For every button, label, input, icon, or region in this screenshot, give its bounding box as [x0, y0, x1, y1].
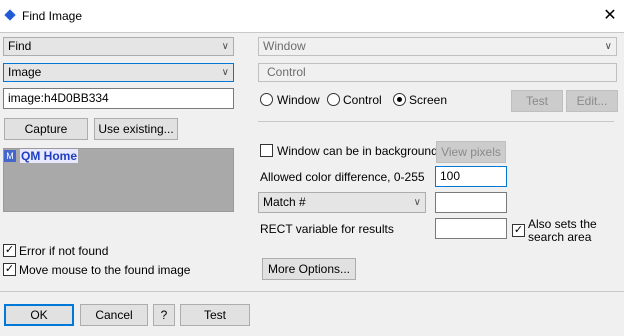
close-icon[interactable]: ✕ [600, 6, 620, 26]
capture-button[interactable]: Capture [4, 118, 88, 140]
checkbox-box [260, 144, 273, 157]
checkbox-box: ✓ [3, 244, 16, 257]
find-action-value: Find [8, 39, 32, 53]
use-existing-button[interactable]: Use existing... [94, 118, 178, 140]
window-title: Find Image [22, 9, 83, 23]
find-action-select[interactable]: Find ∨ [3, 37, 234, 56]
rect-variable-label: RECT variable for results [260, 222, 394, 236]
radio-window[interactable]: Window [260, 93, 326, 108]
test-target-button[interactable]: Test [511, 90, 563, 112]
image-field[interactable]: image:h4D0BB334 [3, 88, 234, 109]
footer-divider [0, 291, 624, 292]
radio-circle [327, 93, 340, 106]
window-select[interactable]: Window ∨ [258, 37, 617, 56]
move-mouse-checkbox[interactable]: ✓ Move mouse to the found image [3, 263, 190, 278]
color-difference-input[interactable]: 100 [435, 166, 507, 187]
checkbox-box: ✓ [3, 263, 16, 276]
check-icon: ✓ [4, 263, 15, 275]
radio-control-label: Control [343, 93, 382, 107]
chevron-down-icon: ∨ [221, 67, 229, 78]
radio-screen-label: Screen [409, 93, 448, 107]
target-type-select[interactable]: Image ∨ [3, 63, 234, 82]
rect-variable-input[interactable] [435, 218, 507, 239]
divider [258, 121, 614, 122]
error-if-not-found-checkbox[interactable]: ✓ Error if not found [3, 244, 123, 259]
also-sets-search-area-checkbox[interactable]: ✓ Also sets the search area [512, 218, 612, 246]
qm-icon: M [4, 150, 16, 162]
also-sets-search-area-label: Also sets the search area [528, 217, 597, 244]
radio-window-label: Window [277, 93, 320, 107]
radio-screen[interactable]: Screen [393, 93, 453, 108]
test-button[interactable]: Test [180, 304, 250, 326]
window-background-label: Window can be in background [277, 144, 438, 158]
checkbox-box: ✓ [512, 224, 525, 237]
view-pixels-button[interactable]: View pixels [436, 141, 506, 163]
title-bar [0, 0, 624, 32]
window-select-value: Window [263, 39, 306, 53]
edit-button[interactable]: Edit... [566, 90, 618, 112]
match-select-value: Match # [263, 195, 306, 209]
check-icon: ✓ [513, 224, 524, 236]
color-difference-label: Allowed color difference, 0-255 [260, 170, 425, 184]
window-background-checkbox[interactable]: Window can be in background [260, 144, 438, 159]
preview-text: QM Home [20, 149, 79, 163]
move-mouse-label: Move mouse to the found image [19, 263, 191, 277]
radio-control[interactable]: Control [327, 93, 387, 108]
chevron-down-icon: ∨ [604, 41, 612, 52]
image-preview: M QM Home [3, 148, 234, 212]
match-number-input[interactable] [435, 192, 507, 213]
radio-circle-selected [393, 93, 406, 106]
more-options-button[interactable]: More Options... [262, 258, 356, 280]
chevron-down-icon: ∨ [221, 41, 229, 52]
error-if-not-found-label: Error if not found [19, 244, 109, 258]
radio-circle [260, 93, 273, 106]
help-button[interactable]: ? [153, 304, 175, 326]
cancel-button[interactable]: Cancel [80, 304, 148, 326]
control-field[interactable]: Control [258, 63, 617, 82]
target-type-value: Image [8, 65, 42, 79]
match-select[interactable]: Match # ∨ [258, 192, 426, 213]
check-icon: ✓ [4, 244, 15, 256]
chevron-down-icon: ∨ [413, 197, 421, 208]
ok-button[interactable]: OK [4, 304, 74, 326]
